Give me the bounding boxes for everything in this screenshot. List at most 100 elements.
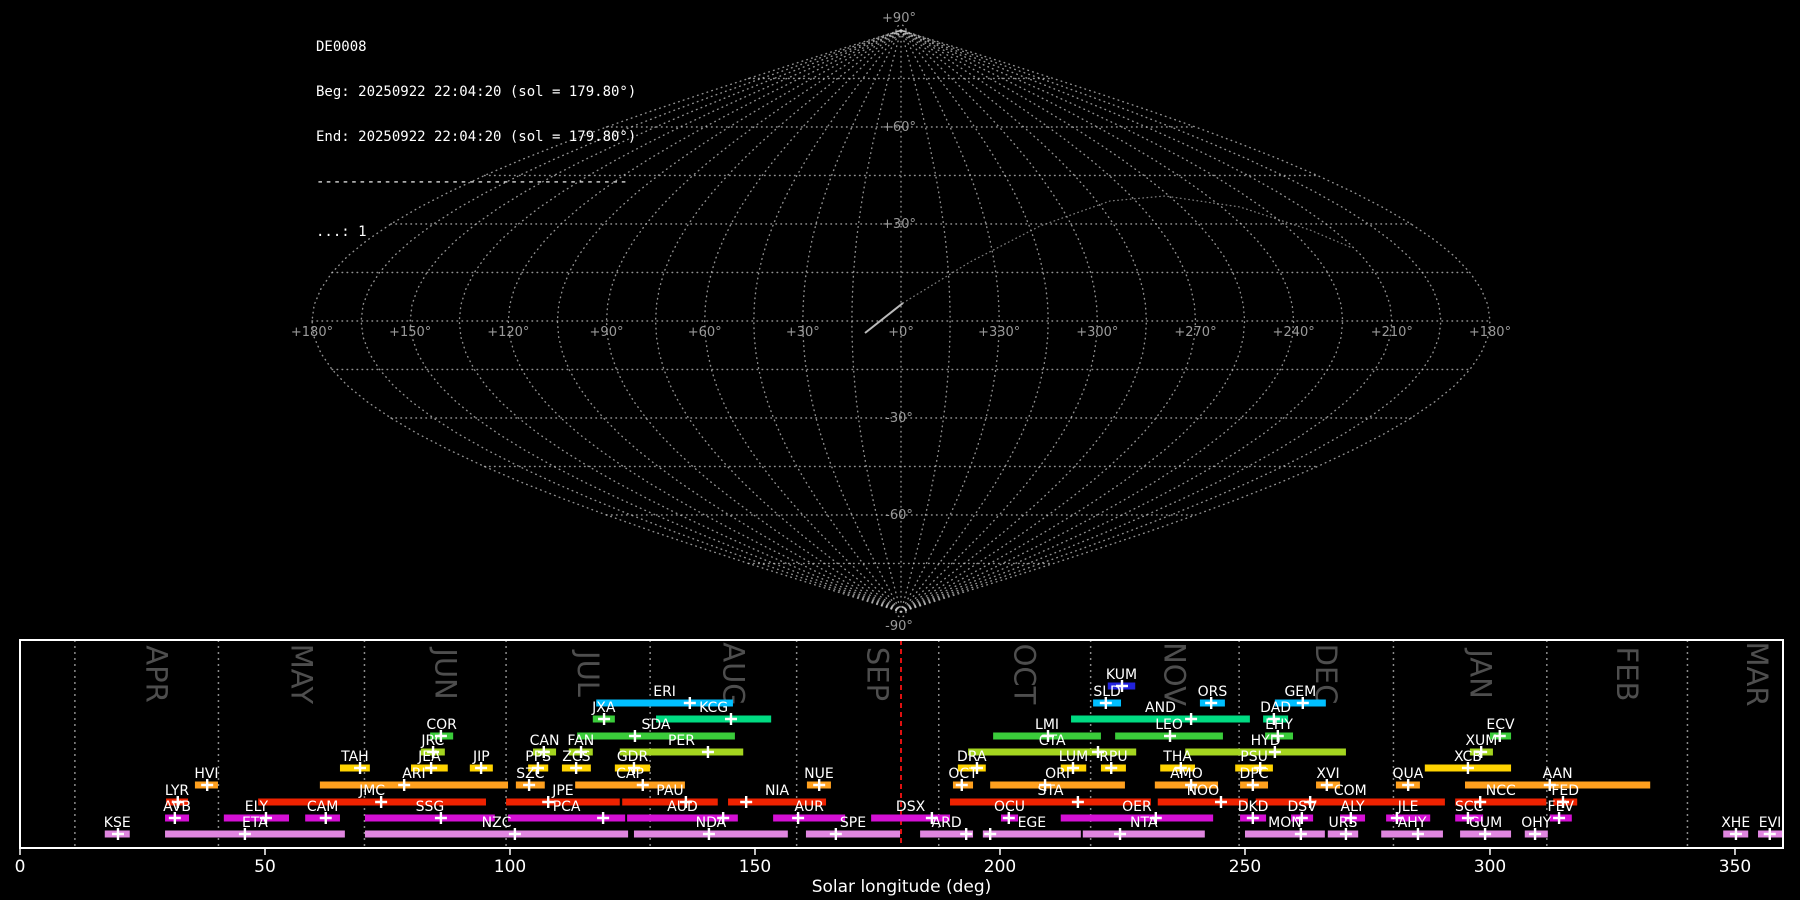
shower-label-SZC: SZC [516, 766, 544, 782]
shower-label-MON: MON [1268, 815, 1302, 831]
shower-label-ALY: ALY [1341, 799, 1366, 815]
shower-peak-marker-AND [1185, 713, 1198, 725]
shower-label-XVI: XVI [1316, 766, 1339, 782]
shower-label-EGE: EGE [1018, 815, 1047, 831]
month-label: JAN [1463, 647, 1497, 699]
longitude-label: +240° [1273, 325, 1315, 340]
activity-timeline: APR MAY JUN JUL AUG SEP OCT NOV DEC JAN FEB MARKUME… [15, 639, 1784, 897]
latitude-label: -90° [885, 619, 913, 634]
shower-label-ERI: ERI [653, 684, 676, 700]
longitude-label: +180° [291, 325, 333, 340]
shower-label-SCC: SCC [1455, 799, 1484, 815]
latitude-label: +90° [882, 11, 916, 26]
longitude-label: +30° [786, 325, 820, 340]
shower-label-PAU: PAU [656, 783, 683, 799]
shower-bar-SPE [805, 830, 901, 838]
shower-label-FED: FED [1551, 783, 1579, 799]
shower-label-URS: URS [1329, 815, 1358, 831]
info-panel: DE0008 Beg: 20250922 22:04:20 (sol = 179… [316, 10, 636, 270]
month-label: SEP [861, 647, 895, 701]
shower-bar-ARI [319, 781, 509, 789]
shower-label-CAP: CAP [616, 766, 644, 782]
shower-bar-JMC [258, 798, 486, 806]
shower-label-AHY: AHY [1398, 815, 1427, 831]
shower-label-STA: STA [1037, 783, 1063, 799]
shower-label-PCA: PCA [553, 799, 581, 815]
shower-label-DRA: DRA [957, 749, 987, 765]
separator-line: ------------------------------------- [316, 174, 628, 190]
shower-label-DSX: DSX [896, 799, 926, 815]
shower-label-AUD: AUD [667, 799, 698, 815]
shower-label-GEM: GEM [1284, 684, 1316, 700]
month-label: JUL [571, 649, 605, 697]
longitude-label: +210° [1371, 325, 1413, 340]
shower-bar-SSG [364, 814, 495, 822]
shower-label-JLE: JLE [1397, 799, 1419, 815]
shower-label-ARD: ARD [932, 815, 962, 831]
axis-tick-label: 250 [1229, 857, 1261, 877]
shower-label-SPE: SPE [840, 815, 866, 831]
month-label: AUG [717, 642, 751, 706]
shower-label-AMO: AMO [1170, 766, 1203, 782]
app-window: +180° +150° +120° +90° +60° +30° +0° +330° +300°… [0, 0, 1800, 900]
axis-title: Solar longitude (deg) [812, 877, 992, 897]
shower-label-NOO: NOO [1187, 783, 1220, 799]
shower-label-CTA: CTA [1039, 733, 1066, 749]
shower-bar-NZC [364, 830, 629, 838]
shower-label-ORI: ORI [1045, 766, 1070, 782]
shower-peak-marker-PCA [597, 812, 610, 824]
shower-label-AVB: AVB [163, 799, 191, 815]
shower-bar-NTA [1082, 830, 1205, 838]
shower-label-EHY: EHY [1265, 717, 1293, 733]
shower-label-CAM: CAM [307, 799, 338, 815]
month-label: APR [139, 645, 173, 702]
shower-label-DAD: DAD [1260, 700, 1291, 716]
shower-bar-MON [1244, 830, 1325, 838]
axis-tick-label: 150 [739, 857, 771, 877]
axis-tick-label: 50 [254, 857, 276, 877]
shower-peak-marker-NIA [740, 796, 753, 808]
shower-bar-NOO [1157, 798, 1248, 806]
latitude-label: +30° [882, 217, 916, 232]
axis-tick-label: 300 [1474, 857, 1506, 877]
shower-label-NIA: NIA [765, 783, 790, 799]
radiant-drift-track [902, 195, 1351, 304]
shower-label-NTA: NTA [1130, 815, 1158, 831]
latitude-label: -30° [885, 411, 913, 426]
shower-label-AND: AND [1145, 700, 1176, 716]
shower-peak-marker-STA [1071, 796, 1084, 808]
longitude-label: +180° [1469, 325, 1511, 340]
month-label: NOV [1158, 642, 1192, 706]
longitude-label: +120° [487, 325, 529, 340]
shower-label-OCT: OCT [948, 766, 978, 782]
longitude-label: +270° [1174, 325, 1216, 340]
shower-label-SLD: SLD [1093, 684, 1120, 700]
axis-tick-label: 0 [15, 857, 26, 877]
shower-label-GDR: GDR [617, 749, 649, 765]
latitude-label: -60° [885, 508, 913, 523]
latitude-label: +60° [882, 120, 916, 135]
shower-peak-marker-EGE [984, 828, 997, 840]
shower-peak-marker-PER [701, 746, 714, 758]
map-id-label: DE0008 [316, 39, 367, 55]
shower-peak-marker-ARD [960, 828, 973, 840]
shower-label-OER: OER [1122, 799, 1152, 815]
month-label: FEB [1610, 647, 1644, 702]
longitude-label: +300° [1076, 325, 1118, 340]
shower-label-SDA: SDA [642, 717, 671, 733]
shower-label-RPU: RPU [1099, 749, 1127, 765]
shower-peak-marker-ERI [683, 697, 696, 709]
shower-label-JEA: JEA [417, 749, 441, 765]
longitude-label: +330° [978, 325, 1020, 340]
month-label: OCT [1008, 644, 1042, 705]
shower-label-ARI: ARI [402, 766, 425, 782]
shower-bar-STA [950, 798, 1151, 806]
shower-label-THA: THA [1162, 749, 1192, 765]
month-label: MAR [1740, 642, 1774, 707]
shower-label-TAH: TAH [340, 749, 369, 765]
longitude-label: +90° [590, 325, 624, 340]
shower-label-DPC: DPC [1240, 766, 1269, 782]
shower-bar-KCG [656, 715, 772, 723]
shower-label-FEV: FEV [1548, 799, 1575, 815]
shower-label-PSU: PSU [1240, 749, 1268, 765]
